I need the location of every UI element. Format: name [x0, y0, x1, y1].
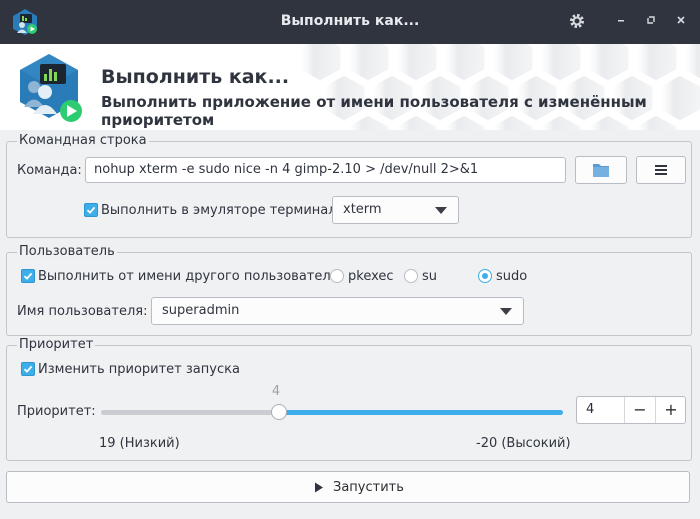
- command-input[interactable]: nohup xterm -e sudo nice -n 4 gimp-2.10 …: [85, 157, 566, 183]
- header-banner: Выполнить как... Выполнить приложение от…: [0, 44, 700, 130]
- radio-sudo-label: sudo: [496, 269, 528, 284]
- priority-label: Приоритет:: [17, 404, 96, 419]
- run-button[interactable]: Запустить: [6, 471, 690, 503]
- terminal-emulator-checkbox[interactable]: [84, 203, 98, 217]
- change-priority-checkbox[interactable]: [21, 362, 35, 376]
- run-as-app-icon: [20, 54, 82, 122]
- radio-pkexec-label: pkexec: [348, 269, 394, 284]
- priority-spin-value[interactable]: 4: [586, 402, 594, 417]
- browse-button[interactable]: [575, 156, 627, 184]
- terminal-emulator-label: Выполнить в эмуляторе терминала: [101, 203, 345, 218]
- decrement-button[interactable]: −: [624, 397, 655, 423]
- checkmark-icon: [86, 206, 96, 214]
- change-priority-label: Изменить приоритет запуска: [38, 362, 240, 377]
- user-group-title: Пользователь: [17, 244, 117, 259]
- slider-fill: [278, 410, 563, 415]
- minimize-icon[interactable]: [611, 12, 631, 32]
- slider-min-label: 19 (Низкий): [99, 436, 180, 451]
- command-label: Команда:: [17, 163, 82, 178]
- other-user-label: Выполнить от имени другого пользователя:: [38, 269, 343, 284]
- close-icon[interactable]: [671, 12, 691, 32]
- priority-group-title: Приоритет: [17, 337, 96, 352]
- header-subtitle: Выполнить приложение от имени пользовате…: [101, 93, 647, 129]
- slider-handle[interactable]: [270, 404, 287, 420]
- gear-icon[interactable]: [567, 12, 587, 32]
- maximize-icon[interactable]: [641, 12, 661, 32]
- chevron-down-icon: [435, 207, 447, 214]
- slider-max-label: -20 (Высокий): [476, 436, 571, 451]
- command-line-group-title: Командная строка: [17, 133, 149, 148]
- checkmark-icon: [23, 272, 33, 280]
- window-title: Выполнить как...: [280, 13, 420, 29]
- priority-group: Приоритет Изменить приоритет запуска При…: [6, 337, 692, 461]
- other-user-checkbox[interactable]: [21, 269, 35, 283]
- terminal-select-value: xterm: [343, 202, 382, 217]
- checkmark-icon: [23, 365, 33, 373]
- radio-su-label: su: [422, 269, 438, 284]
- priority-slider[interactable]: [101, 402, 563, 422]
- user-group: Пользователь Выполнить от имени другого …: [6, 244, 692, 336]
- terminal-select[interactable]: xterm: [332, 196, 459, 224]
- hamburger-menu-icon: [655, 165, 667, 175]
- command-line-group: Командная строка Команда: nohup xterm -e…: [6, 133, 692, 238]
- slider-value-label: 4: [271, 384, 281, 399]
- username-select[interactable]: superadmin: [151, 297, 524, 325]
- radio-pkexec[interactable]: [330, 269, 344, 283]
- title-bar: Выполнить как...: [0, 0, 700, 44]
- header-title: Выполнить как...: [101, 66, 290, 88]
- folder-icon: [593, 164, 609, 177]
- radio-su[interactable]: [404, 269, 418, 283]
- run-as-window: Выполнить как... Выполнить как... Выполн…: [0, 0, 700, 519]
- priority-spinbox[interactable]: 4 − +: [576, 396, 686, 424]
- chevron-down-icon: [500, 308, 512, 315]
- increment-button[interactable]: +: [655, 397, 686, 423]
- command-menu-button[interactable]: [636, 156, 686, 184]
- username-label: Имя пользователя:: [17, 304, 148, 319]
- username-select-value: superadmin: [162, 303, 240, 318]
- run-button-label: Запустить: [333, 480, 404, 495]
- play-icon: [315, 482, 323, 493]
- radio-sudo[interactable]: [478, 269, 492, 283]
